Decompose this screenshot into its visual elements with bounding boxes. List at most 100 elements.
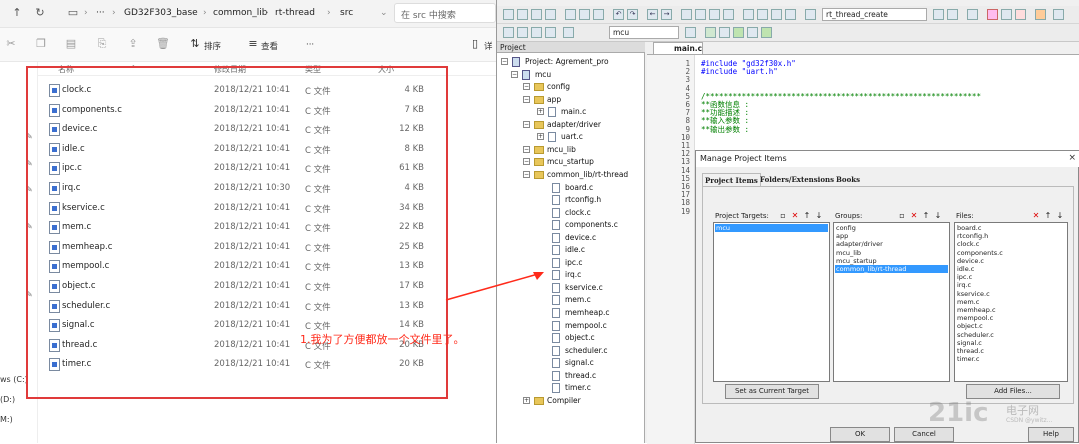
move-down-icon[interactable]: ↓ bbox=[1055, 211, 1065, 221]
list-item[interactable]: board.c bbox=[956, 224, 1066, 232]
tree-node-group[interactable]: − mcu_startup bbox=[497, 156, 645, 168]
indent-icon[interactable] bbox=[743, 9, 754, 20]
list-item[interactable]: config bbox=[835, 224, 948, 232]
new-icon[interactable]: ▫ bbox=[897, 211, 907, 221]
move-down-icon[interactable]: ↓ bbox=[933, 211, 943, 221]
expand-toggle-icon[interactable]: − bbox=[511, 70, 518, 78]
tree-node-file[interactable]: idle.c bbox=[497, 244, 645, 256]
translate-icon[interactable] bbox=[503, 27, 514, 38]
refresh-icon[interactable]: ↻ bbox=[33, 6, 47, 20]
list-item[interactable]: ipc.c bbox=[956, 273, 1066, 281]
options-icon[interactable] bbox=[685, 27, 696, 38]
find-icon[interactable] bbox=[947, 9, 958, 20]
list-item[interactable]: mcu bbox=[715, 224, 828, 232]
tree-node-file[interactable]: object.c bbox=[497, 332, 645, 344]
expand-toggle-icon[interactable]: − bbox=[523, 95, 530, 103]
list-item[interactable]: signal.c bbox=[956, 339, 1066, 347]
set-current-target-button[interactable]: Set as Current Target bbox=[725, 384, 819, 399]
up-arrow-icon[interactable]: ↑ bbox=[10, 6, 24, 20]
view-button[interactable]: 查看 bbox=[261, 40, 278, 52]
manage-items-icon[interactable] bbox=[719, 27, 730, 38]
view-icon[interactable]: ≡ bbox=[246, 38, 260, 50]
redo-icon[interactable]: ↷ bbox=[627, 9, 638, 20]
debug-icon[interactable] bbox=[967, 9, 978, 20]
copy-icon[interactable]: ❐ bbox=[34, 38, 48, 50]
list-item[interactable]: object.c bbox=[956, 322, 1066, 330]
move-up-icon[interactable]: ↑ bbox=[802, 211, 812, 221]
details-pane-icon[interactable]: ▯ bbox=[468, 38, 482, 50]
list-item[interactable]: adapter/driver bbox=[835, 240, 948, 248]
expand-toggle-icon[interactable]: − bbox=[523, 158, 530, 166]
list-item[interactable]: kservice.c bbox=[956, 290, 1066, 298]
tree-node-file[interactable]: device.c bbox=[497, 232, 645, 244]
forward-icon[interactable]: → bbox=[661, 9, 672, 20]
tree-node-group[interactable]: − adapter/driver bbox=[497, 119, 645, 131]
add-files-button[interactable]: Add Files... bbox=[966, 384, 1060, 399]
new-file-icon[interactable] bbox=[503, 9, 514, 20]
unindent-icon[interactable] bbox=[757, 9, 768, 20]
sort-button[interactable]: 排序 bbox=[204, 40, 221, 52]
breadcrumb-overflow[interactable]: ··· bbox=[96, 8, 105, 18]
list-item[interactable]: app bbox=[835, 232, 948, 240]
tree-node-root[interactable]: − Project: Agrement_pro bbox=[497, 56, 645, 68]
delete-icon[interactable]: ✕ bbox=[790, 211, 800, 221]
list-item[interactable]: components.c bbox=[956, 249, 1066, 257]
breakpoint-disable-icon[interactable] bbox=[1001, 9, 1012, 20]
select-packs-icon[interactable] bbox=[747, 27, 758, 38]
tree-node-group[interactable]: − common_lib/rt-thread bbox=[497, 169, 645, 181]
paste-icon[interactable] bbox=[593, 9, 604, 20]
rebuild-icon[interactable] bbox=[531, 27, 542, 38]
expand-toggle-icon[interactable]: + bbox=[537, 108, 544, 116]
back-icon[interactable]: ← bbox=[647, 9, 658, 20]
tree-node-file[interactable]: components.c bbox=[497, 219, 645, 231]
run-time-env-icon[interactable] bbox=[761, 27, 772, 38]
close-icon[interactable]: × bbox=[1068, 153, 1076, 163]
tree-node-file[interactable]: + uart.c bbox=[497, 131, 645, 143]
expand-toggle-icon[interactable]: − bbox=[523, 170, 530, 178]
share-icon[interactable]: ⇪ bbox=[126, 38, 140, 50]
list-item[interactable]: mem.c bbox=[956, 298, 1066, 306]
list-item[interactable]: memheap.c bbox=[956, 306, 1066, 314]
move-up-icon[interactable]: ↑ bbox=[921, 211, 931, 221]
list-item[interactable]: mcu_lib bbox=[835, 249, 948, 257]
list-item[interactable]: timer.c bbox=[956, 355, 1066, 363]
open-icon[interactable] bbox=[517, 9, 528, 20]
list-item[interactable]: idle.c bbox=[956, 265, 1066, 273]
bookmark-prev-icon[interactable] bbox=[695, 9, 706, 20]
tree-node-file[interactable]: signal.c bbox=[497, 357, 645, 369]
bookmark-icon[interactable] bbox=[681, 9, 692, 20]
more-button[interactable]: ··· bbox=[306, 40, 314, 50]
delete-icon[interactable]: 🗑 bbox=[156, 38, 170, 50]
tree-node-file[interactable]: clock.c bbox=[497, 207, 645, 219]
paste-icon[interactable]: ▤ bbox=[64, 38, 78, 50]
config-icon[interactable] bbox=[1053, 9, 1064, 20]
build-icon[interactable] bbox=[517, 27, 528, 38]
list-item[interactable]: mcu_startup bbox=[835, 257, 948, 265]
nav-drive-c[interactable]: ws (C:) bbox=[0, 375, 28, 384]
bookmark-next-icon[interactable] bbox=[709, 9, 720, 20]
incremental-find-icon[interactable] bbox=[933, 9, 944, 20]
cut-icon[interactable] bbox=[565, 9, 576, 20]
list-item[interactable]: clock.c bbox=[956, 240, 1066, 248]
tree-node-group[interactable]: + Compiler bbox=[497, 395, 645, 407]
help-button[interactable]: Help bbox=[1028, 427, 1074, 442]
details-button[interactable]: 详 bbox=[484, 40, 493, 52]
search-input[interactable]: 在 src 中搜索 bbox=[394, 3, 496, 23]
delete-icon[interactable]: ✕ bbox=[1031, 211, 1041, 221]
tree-node-file[interactable]: board.c bbox=[497, 182, 645, 194]
breadcrumb-item[interactable]: GD32F303_base bbox=[124, 8, 198, 18]
tab-project-items[interactable]: Project Items bbox=[702, 173, 761, 186]
tab-folders-extensions[interactable]: Folders/Extensions bbox=[760, 173, 834, 186]
move-up-icon[interactable]: ↑ bbox=[1043, 211, 1053, 221]
batch-build-icon[interactable] bbox=[545, 27, 556, 38]
breadcrumb-item[interactable]: rt-thread bbox=[275, 8, 315, 18]
tree-node-group[interactable]: − config bbox=[497, 81, 645, 93]
rename-icon[interactable]: ⎘ bbox=[95, 38, 109, 50]
delete-icon[interactable]: ✕ bbox=[909, 211, 919, 221]
bookmark-clear-icon[interactable] bbox=[723, 9, 734, 20]
list-item[interactable]: common_lib/rt-thread bbox=[835, 265, 948, 273]
expand-toggle-icon[interactable]: − bbox=[523, 120, 530, 128]
download-icon[interactable] bbox=[563, 27, 574, 38]
nav-drive-m[interactable]: M:) bbox=[0, 415, 13, 424]
comment-icon[interactable] bbox=[771, 9, 782, 20]
